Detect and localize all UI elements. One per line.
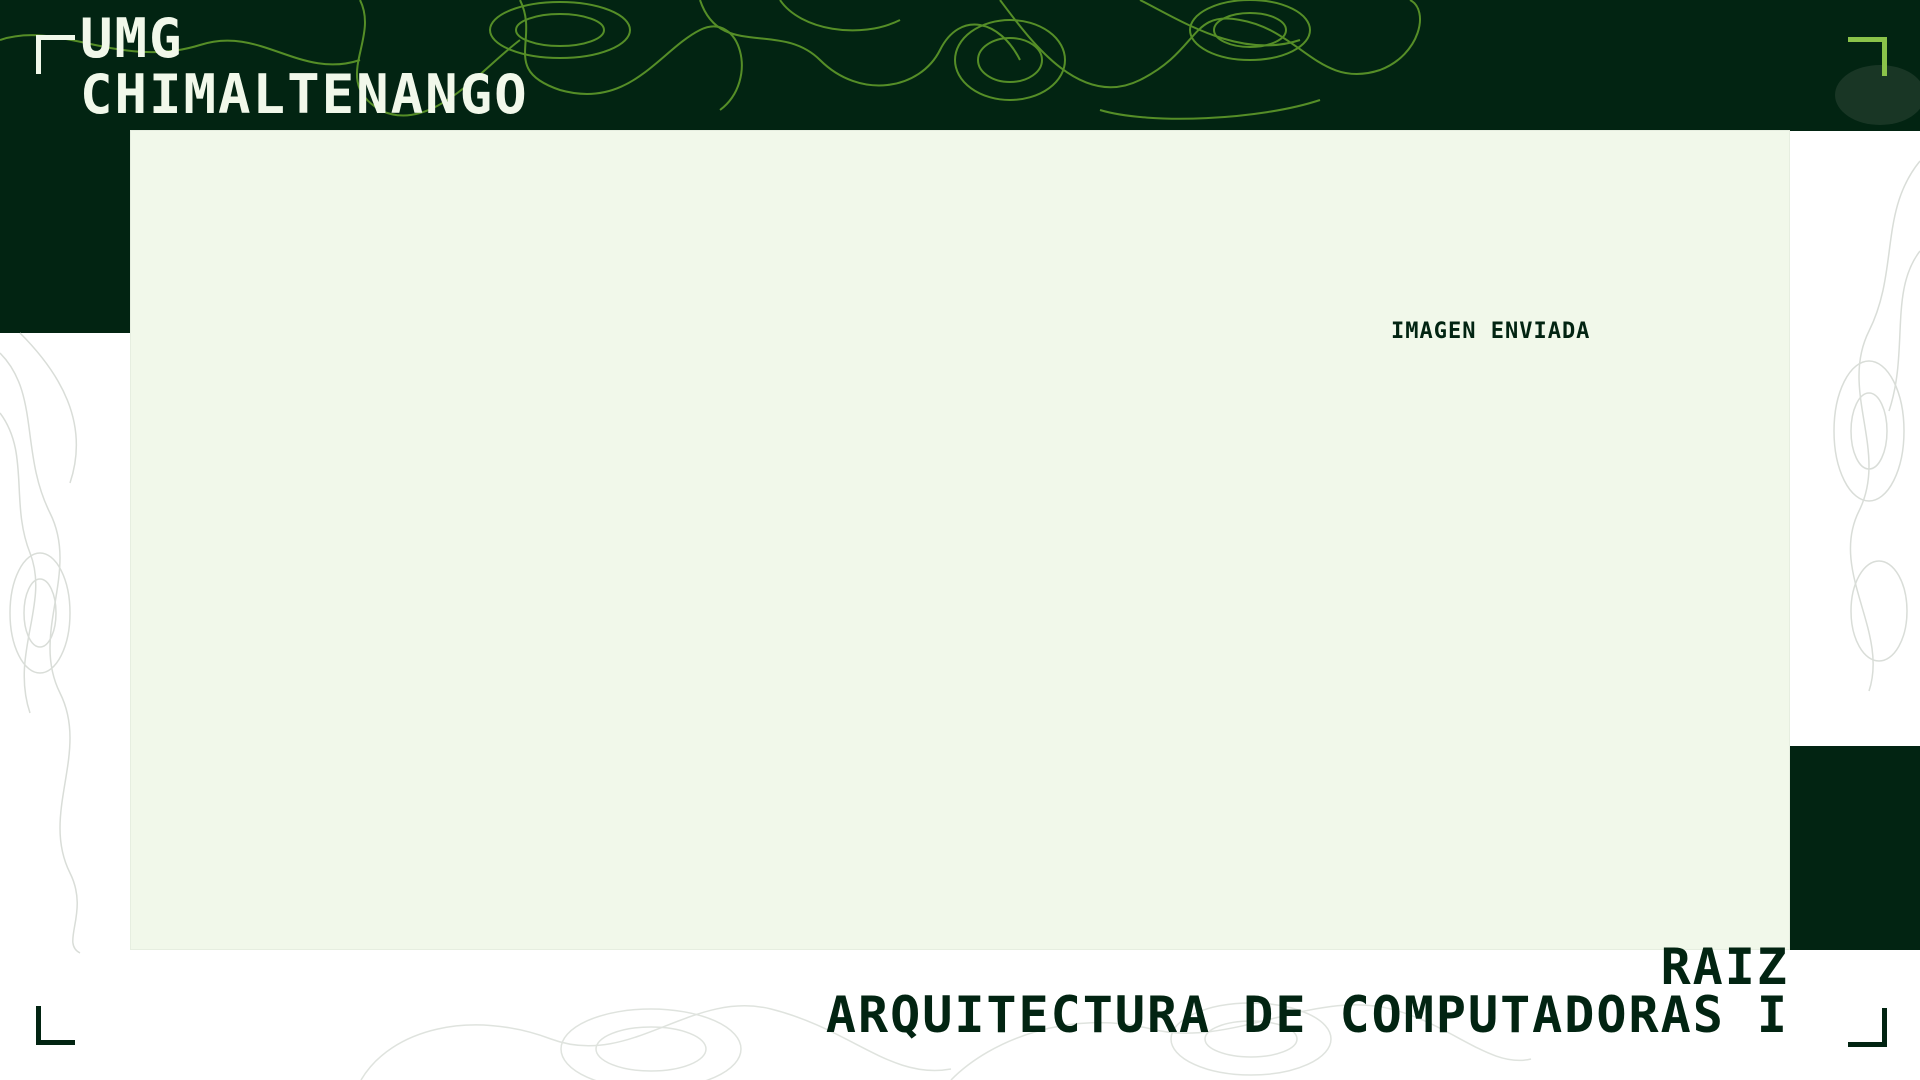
corner-bracket-bottom-left [36,1006,75,1045]
brand-title-line2: CHIMALTENANGO [80,63,529,126]
corner-bracket-top-left [36,35,75,74]
left-topo-pattern [0,332,81,954]
course-title-line1: RAIZ [1660,938,1789,996]
corner-bracket-bottom-right [1848,1008,1887,1047]
course-title-line2: ARQUITECTURA DE COMPUTADORAS I [825,986,1789,1044]
content-panel: IMAGEN ENVIADA [131,131,1789,949]
corner-bracket-top-right [1848,37,1887,76]
right-topo-pattern [1833,160,1920,692]
brand-title-line1: UMG [80,7,184,70]
right-dark-block [1789,746,1920,950]
panel-caption: IMAGEN ENVIADA [1391,319,1591,344]
